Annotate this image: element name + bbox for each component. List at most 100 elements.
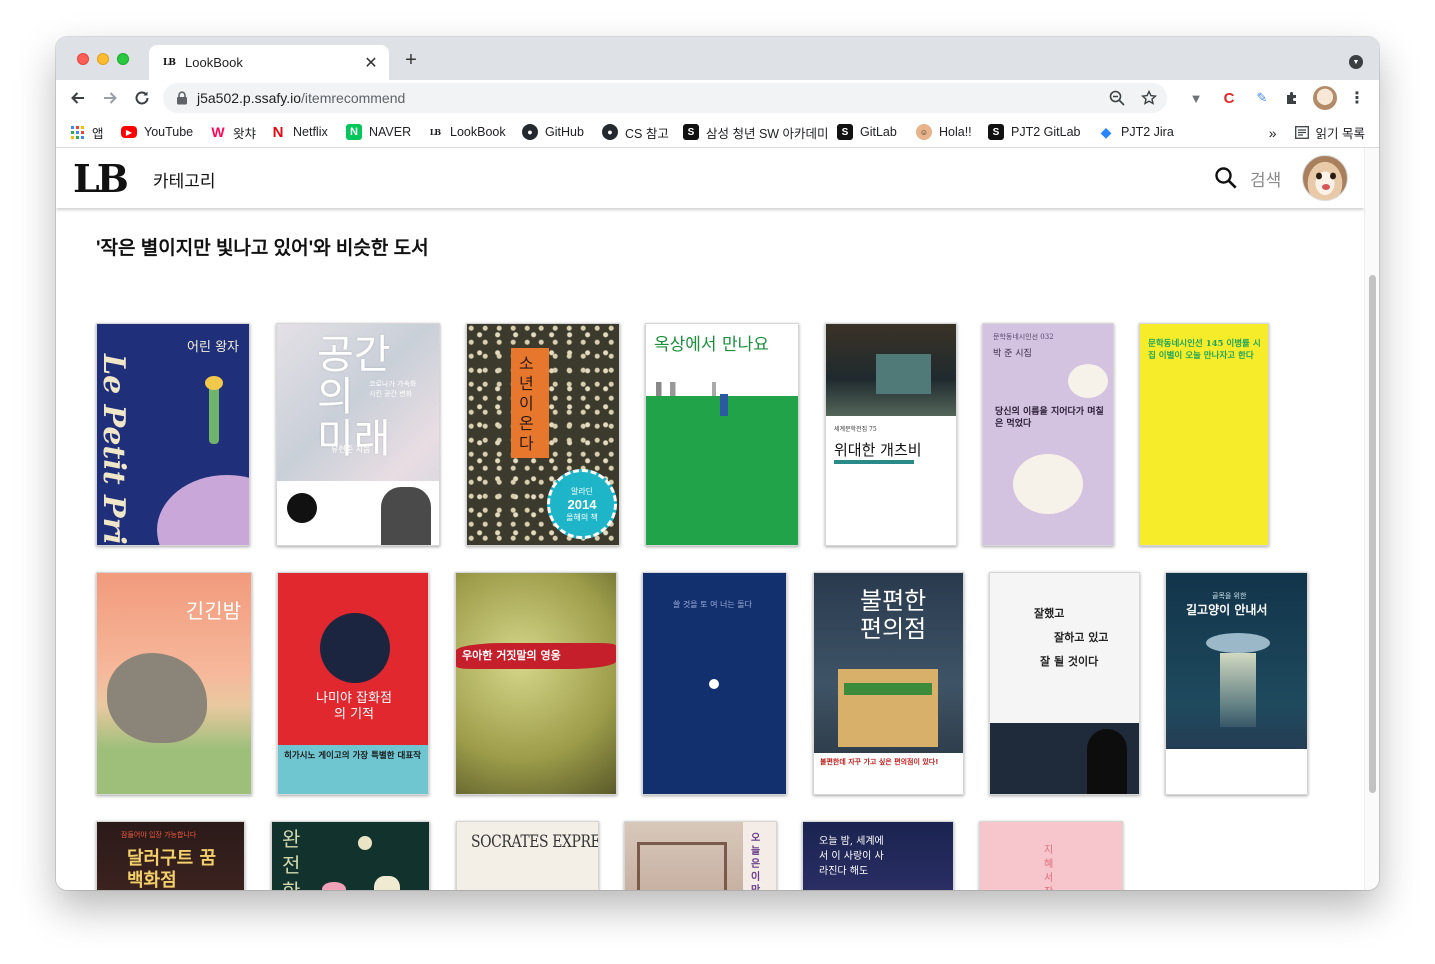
bookmark-pjt2-gitlab[interactable]: S PJT2 GitLab [988,123,1080,141]
scrollbar-thumb[interactable] [1369,275,1376,793]
book-cover-human-acts[interactable]: 소년이 온다 알라딘 2014 올해의 책 [466,323,620,546]
category-menu[interactable]: 카테고리 [153,167,216,192]
book-cover-perfect-happiness[interactable]: 완전한 행복 [271,821,430,890]
bookmarks-bar: 앱 ▶ YouTube W 왓챠 N Netflix N NAVER LB LookBoo… [56,116,1379,148]
bookmark-hola[interactable]: ☺ Hola!! [916,123,972,141]
forward-button[interactable] [99,87,121,109]
bookmark-ssafy[interactable]: S 삼성 청년 SW 아카데미 [683,123,829,141]
url-text: j5a502.p.ssafy.io/itemrecommend [197,90,405,106]
extension-c-icon[interactable]: C [1219,88,1239,108]
book-title: 오늘 밤, 세계에서 이 사랑이 사라진다 해도 [819,836,884,877]
book-subtitle: 골목을 위한 [1212,592,1247,600]
book-cover-farewell[interactable]: 문학동네시인선 145 이병률 시집 이별이 오늘 만나자고 한다 [1139,323,1269,546]
bookmark-label: 앱 [92,126,104,141]
url-path: /itemrecommend [301,90,406,106]
book-title: 완전한 행복 [282,827,301,890]
bookmark-star-icon[interactable] [1139,88,1159,108]
book-title: 지혜서 잠 [1044,845,1054,890]
book-line-3: 잘 될 것이다 [1040,655,1099,668]
book-line-1: 잘했고 [1034,607,1065,620]
tab-lookbook[interactable]: LB LookBook ✕ [149,45,389,80]
minimize-window-button[interactable] [97,53,109,65]
bookmark-netflix[interactable]: N Netflix [270,123,328,141]
reading-list-icon [1294,126,1309,139]
book-banner: 히가시노 게이고의 가장 특별한 대표작 [284,751,421,761]
close-tab-icon[interactable]: ✕ [361,53,381,73]
book-title: 쓸 것을 토 여 너는 돌다 [673,600,752,609]
page-scrollbar[interactable] [1364,148,1379,890]
bookmark-youtube[interactable]: ▶ YouTube [121,123,193,141]
close-window-button[interactable] [77,53,89,65]
book-script-title: Le Petit Prince [96,354,131,546]
tab-title: LookBook [185,55,243,70]
book-cover-future-of-space[interactable]: 공간의 미래 코로나가 가속화시킨 공간 변화 유현준 지음 [276,323,440,546]
book-cover-socrates-express[interactable]: SOCRATES EXPRESS [456,821,599,890]
more-bookmarks-button[interactable]: » [1269,125,1277,141]
badge-bottom: 올해의 책 [566,512,598,522]
book-title: 당신의 이름을 지어다가 며칠은 먹었다 [995,407,1104,429]
badge-year: 2014 [567,496,597,512]
back-button[interactable] [67,87,89,109]
bookmark-cs-reference[interactable]: ● CS 참고 [602,123,669,141]
user-avatar[interactable] [1302,155,1348,201]
book-cover-rest-today[interactable]: 오늘은 이만 좀 쉴게요 [624,821,777,890]
zoom-out-icon[interactable] [1107,88,1127,108]
book-author: 유현준 지음 [331,445,371,454]
kebab-menu-icon[interactable]: ⋮ [1347,88,1367,108]
bookmark-pjt2-jira[interactable]: ◆ PJT2 Jira [1098,123,1174,141]
award-badge: 알라딘 2014 올해의 책 [547,469,617,539]
jira-icon: ◆ [1100,123,1112,140]
ssafy-icon: S [988,124,1004,140]
book-cover-great-gatsby[interactable]: 세계문학전집 75 위대한 개츠비 [825,323,957,546]
bookmark-github[interactable]: ● GitHub [522,123,584,141]
book-cover-blue[interactable]: 쓸 것을 토 여 너는 돌다 [642,572,787,795]
reload-button[interactable] [131,87,153,109]
extension-pen-icon[interactable]: ✎ [1252,88,1272,108]
site-logo[interactable]: LB [73,156,129,201]
book-subtitle: 코로나가 가속화시킨 공간 변화 [369,380,417,398]
book-cover-hero[interactable]: 우아한 거짓말의 영웅 [455,572,617,795]
book-top-text: 잠들어야 입장 가능합니다 [121,831,197,839]
book-title: 길고양이 안내서 [1186,603,1268,617]
tab-search-button[interactable]: ▼ [1349,55,1363,69]
bookmark-gitlab[interactable]: S GitLab [837,123,897,141]
book-cover-little-prince[interactable]: Le Petit Prince 어린 왕자 [96,323,250,546]
book-cover-see-you-on-rooftop[interactable]: 옥상에서 만나요 [645,323,799,546]
book-cover-namiya[interactable]: 나미야 잡화점의 기적 히가시노 게이고의 가장 특별한 대표작 [277,572,429,795]
bookmark-label: Hola!! [939,125,972,139]
bookmark-naver[interactable]: N NAVER [346,123,411,141]
book-cover-uncomfortable-store[interactable]: 불편한 편의점 불편한데 자꾸 가고 싶은 편의점이 있다! [813,572,964,795]
book-cover-tonight[interactable]: 오늘 밤, 세계에서 이 사랑이 사라진다 해도 [802,821,954,890]
netflix-icon: N [272,123,284,141]
search-button[interactable]: 검색 [1250,166,1281,191]
bookmark-label: GitHub [545,125,584,139]
url-host: j5a502.p.ssafy.io [197,90,302,106]
github-icon: ● [522,124,538,140]
book-cover-street-cat-guide[interactable]: 골목을 위한 길고양이 안내서 [1165,572,1308,795]
bookmark-label: CS 참고 [625,126,669,141]
puzzle-icon[interactable] [1282,88,1302,108]
lookbook-favicon-icon: LB [163,57,176,68]
chrome-profile-avatar[interactable] [1313,86,1337,110]
ssafy-icon: S [683,124,699,140]
address-bar[interactable]: j5a502.p.ssafy.io/itemrecommend [163,83,1167,113]
new-tab-button[interactable]: + [401,50,421,70]
bookmark-label: YouTube [144,125,194,139]
browser-window: LB LookBook ✕ + ▼ j5a502.p.ssafy.io/item… [56,37,1379,890]
search-icon[interactable] [1214,166,1238,190]
book-cover-pink[interactable]: 지혜서 잠 [979,821,1123,890]
bookmarks-right: » 읽기 목록 [1269,123,1365,142]
vue-devtools-icon[interactable]: ▼ [1186,88,1206,108]
book-cover-your-name[interactable]: 문학동네시인선 032 박 준 시집 당신의 이름을 지어다가 며칠은 먹었다 [982,323,1114,546]
bookmark-watcha[interactable]: W 왓챠 [210,123,256,141]
book-cover-long-night[interactable]: 긴긴밤 [96,572,252,795]
book-cover-dollargut[interactable]: 잠들어야 입장 가능합니다 달러구트 꿈 백화점 [96,821,245,890]
naver-icon: N [346,124,362,140]
maximize-window-button[interactable] [117,53,129,65]
bookmark-apps[interactable]: 앱 [69,123,104,141]
book-cover-did-well[interactable]: 잘했고 잘하고 있고 잘 될 것이다 [989,572,1140,795]
bookmark-lookbook[interactable]: LB LookBook [427,123,506,141]
arrow-left-icon [71,92,84,104]
lock-icon[interactable] [175,91,189,105]
reading-list-button[interactable]: 읽기 목록 [1316,123,1365,142]
